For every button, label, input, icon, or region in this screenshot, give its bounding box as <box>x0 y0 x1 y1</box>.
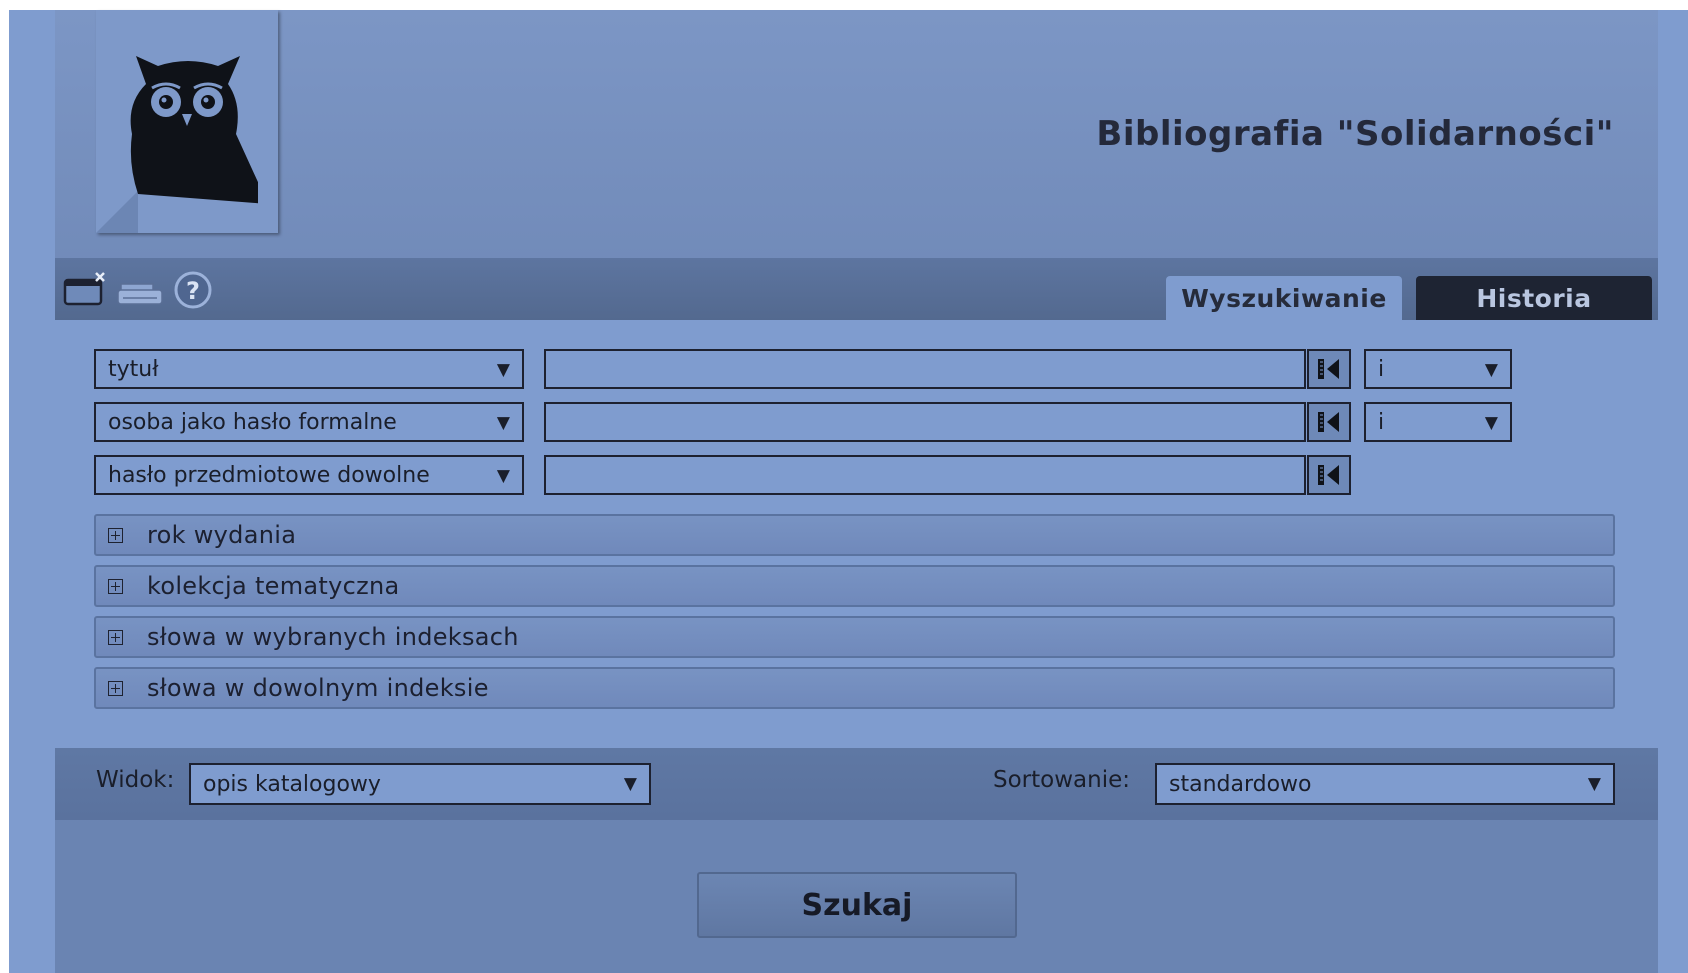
index-button-3[interactable] <box>1307 455 1351 495</box>
chevron-down-icon: ▼ <box>496 413 510 433</box>
options-bar: Widok: opis katalogowy ▼ Sortowanie: sta… <box>55 748 1658 820</box>
expand-plus-icon <box>108 680 123 696</box>
operator-select-1[interactable]: i ▼ <box>1364 349 1512 389</box>
operator-select-1-value: i <box>1378 356 1385 382</box>
accordion-slowa-w-wybranych-indeksach[interactable]: słowa w wybranych indeksach <box>94 616 1615 658</box>
sort-select[interactable]: standardowo ▼ <box>1155 763 1615 805</box>
app-frame: Bibliografia "Solidarności" ? Wyszukiwan… <box>9 10 1688 973</box>
index-list-icon <box>1318 465 1339 485</box>
owl-logo-icon <box>130 56 258 204</box>
accordion-slowa-w-dowolnym-indeksie[interactable]: słowa w dowolnym indeksie <box>94 667 1615 709</box>
field-select-1-value: tytuł <box>108 356 159 382</box>
expand-plus-icon <box>108 527 123 543</box>
index-button-2[interactable] <box>1307 402 1351 442</box>
tab-historia[interactable]: Historia <box>1416 276 1652 320</box>
help-glyph: ? <box>186 277 200 305</box>
field-select-1[interactable]: tytuł ▼ <box>94 349 524 389</box>
view-select[interactable]: opis katalogowy ▼ <box>189 763 651 805</box>
expand-plus-icon <box>108 578 123 594</box>
view-label: Widok: <box>96 767 175 793</box>
sort-select-value: standardowo <box>1169 771 1312 797</box>
tab-bar: Wyszukiwanie Historia <box>1166 276 1652 320</box>
view-select-value: opis katalogowy <box>203 771 381 797</box>
field-select-3-value: hasło przedmiotowe dowolne <box>108 462 430 488</box>
toolbar: ? Wyszukiwanie Historia <box>55 258 1658 320</box>
search-form: tytuł ▼ i ▼ osoba jako hasło formalne ▼ … <box>55 320 1658 748</box>
main-panel: Bibliografia "Solidarności" ? Wyszukiwan… <box>55 10 1658 973</box>
accordion-kolekcja-tematyczna[interactable]: kolekcja tematyczna <box>94 565 1615 607</box>
search-input-2[interactable] <box>544 402 1306 442</box>
chevron-down-icon: ▼ <box>623 774 637 794</box>
operator-select-2-value: i <box>1378 409 1385 435</box>
index-button-1[interactable] <box>1307 349 1351 389</box>
field-select-2-value: osoba jako hasło formalne <box>108 409 397 435</box>
accordion-label: rok wydania <box>147 521 297 549</box>
field-select-3[interactable]: hasło przedmiotowe dowolne ▼ <box>94 455 524 495</box>
search-input-3[interactable] <box>544 455 1306 495</box>
accordion-label: słowa w wybranych indeksach <box>147 623 519 651</box>
chevron-down-icon: ▼ <box>496 360 510 380</box>
search-button[interactable]: Szukaj <box>697 872 1017 938</box>
help-icon[interactable]: ? <box>173 270 217 310</box>
accordion-label: słowa w dowolnym indeksie <box>147 674 489 702</box>
expand-plus-icon <box>108 629 123 645</box>
print-icon[interactable] <box>117 278 165 306</box>
index-list-icon <box>1318 412 1339 432</box>
index-list-icon <box>1318 359 1339 379</box>
logo[interactable] <box>96 10 278 233</box>
sort-label: Sortowanie: <box>993 767 1130 793</box>
field-select-2[interactable]: osoba jako hasło formalne ▼ <box>94 402 524 442</box>
chevron-down-icon: ▼ <box>1587 774 1601 794</box>
chevron-down-icon: ▼ <box>1484 413 1498 433</box>
tab-wyszukiwanie[interactable]: Wyszukiwanie <box>1166 276 1402 320</box>
app-title: Bibliografia "Solidarności" <box>1096 114 1614 154</box>
accordion-label: kolekcja tematyczna <box>147 572 400 600</box>
operator-select-2[interactable]: i ▼ <box>1364 402 1512 442</box>
new-window-icon[interactable] <box>63 272 107 308</box>
search-input-1[interactable] <box>544 349 1306 389</box>
accordion-rok-wydania[interactable]: rok wydania <box>94 514 1615 556</box>
chevron-down-icon: ▼ <box>1484 360 1498 380</box>
chevron-down-icon: ▼ <box>496 466 510 486</box>
